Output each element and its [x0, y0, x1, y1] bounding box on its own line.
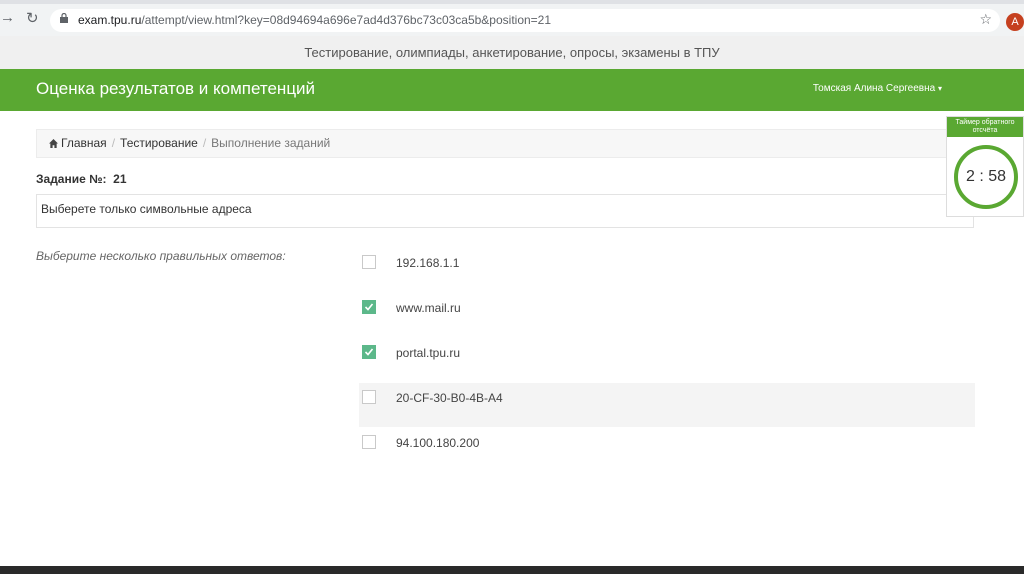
option-checkbox[interactable]: [362, 345, 376, 359]
caret-down-icon: ▾: [937, 84, 942, 93]
user-name: Томская Алина Сергеевна: [812, 83, 936, 94]
option-label: 94.100.180.200: [396, 436, 480, 450]
option-label: portal.tpu.ru: [396, 346, 461, 360]
breadcrumb-home[interactable]: Главная: [61, 136, 107, 150]
check-icon: [364, 348, 374, 356]
breadcrumb: Главная / Тестирование / Выполнение заданий: [36, 129, 974, 158]
timer-value: 2 : 58: [954, 145, 1018, 209]
timer-title-line: отсчёта: [972, 127, 998, 134]
option-label: 192.168.1.1: [396, 256, 460, 270]
brand-title[interactable]: Оценка результатов и компетенций: [36, 79, 315, 99]
address-bar[interactable]: exam.tpu.ru/attempt/view.html?key=08d946…: [50, 9, 1000, 32]
answer-option[interactable]: 192.168.1.1: [359, 248, 975, 292]
answer-option[interactable]: 94.100.180.200: [359, 428, 975, 472]
answer-option[interactable]: portal.tpu.ru: [359, 338, 975, 382]
question-label: Задание №:: [36, 172, 107, 186]
breadcrumb-separator: /: [111, 136, 116, 150]
url-text: exam.tpu.ru/attempt/view.html?key=08d946…: [78, 13, 552, 27]
os-taskbar: [0, 566, 1024, 574]
timer-title: Таймер обратного отсчёта: [947, 117, 1023, 137]
breadcrumb-testing[interactable]: Тестирование: [120, 136, 198, 150]
lock-icon: [60, 13, 68, 23]
home-icon: [49, 139, 58, 148]
option-label: 20-CF-30-B0-4B-A4: [396, 391, 503, 405]
question-text: Выберете только символьные адреса: [36, 194, 974, 228]
option-checkbox[interactable]: [362, 255, 376, 269]
option-label: www.mail.ru: [396, 301, 461, 315]
breadcrumb-separator: /: [202, 136, 207, 150]
breadcrumb-current: Выполнение заданий: [211, 136, 331, 150]
browser-toolbar: → ↻ exam.tpu.ru/attempt/view.html?key=08…: [0, 0, 1024, 36]
option-checkbox[interactable]: [362, 390, 376, 404]
star-icon[interactable]: ☆: [979, 11, 992, 28]
timer-title-line: Таймер обратного: [955, 119, 1015, 126]
check-icon: [364, 303, 374, 311]
question-title: Задание №: 21: [36, 172, 127, 186]
reload-icon[interactable]: ↻: [26, 9, 39, 27]
user-menu[interactable]: Томская Алина Сергеевна ▾: [813, 83, 942, 94]
app-header: Оценка результатов и компетенций Томская…: [0, 69, 1024, 111]
countdown-timer: Таймер обратного отсчёта 2 : 58: [946, 116, 1024, 217]
arrow-right-icon[interactable]: →: [0, 9, 15, 26]
profile-avatar[interactable]: A: [1006, 13, 1024, 31]
answer-option[interactable]: 20-CF-30-B0-4B-A4: [359, 383, 975, 427]
option-checkbox[interactable]: [362, 435, 376, 449]
question-number: 21: [113, 172, 127, 186]
option-checkbox[interactable]: [362, 300, 376, 314]
answer-option[interactable]: www.mail.ru: [359, 293, 975, 337]
site-banner: Тестирование, олимпиады, анкетирование, …: [0, 36, 1024, 70]
answer-instruction: Выберите несколько правильных ответов:: [36, 249, 286, 263]
